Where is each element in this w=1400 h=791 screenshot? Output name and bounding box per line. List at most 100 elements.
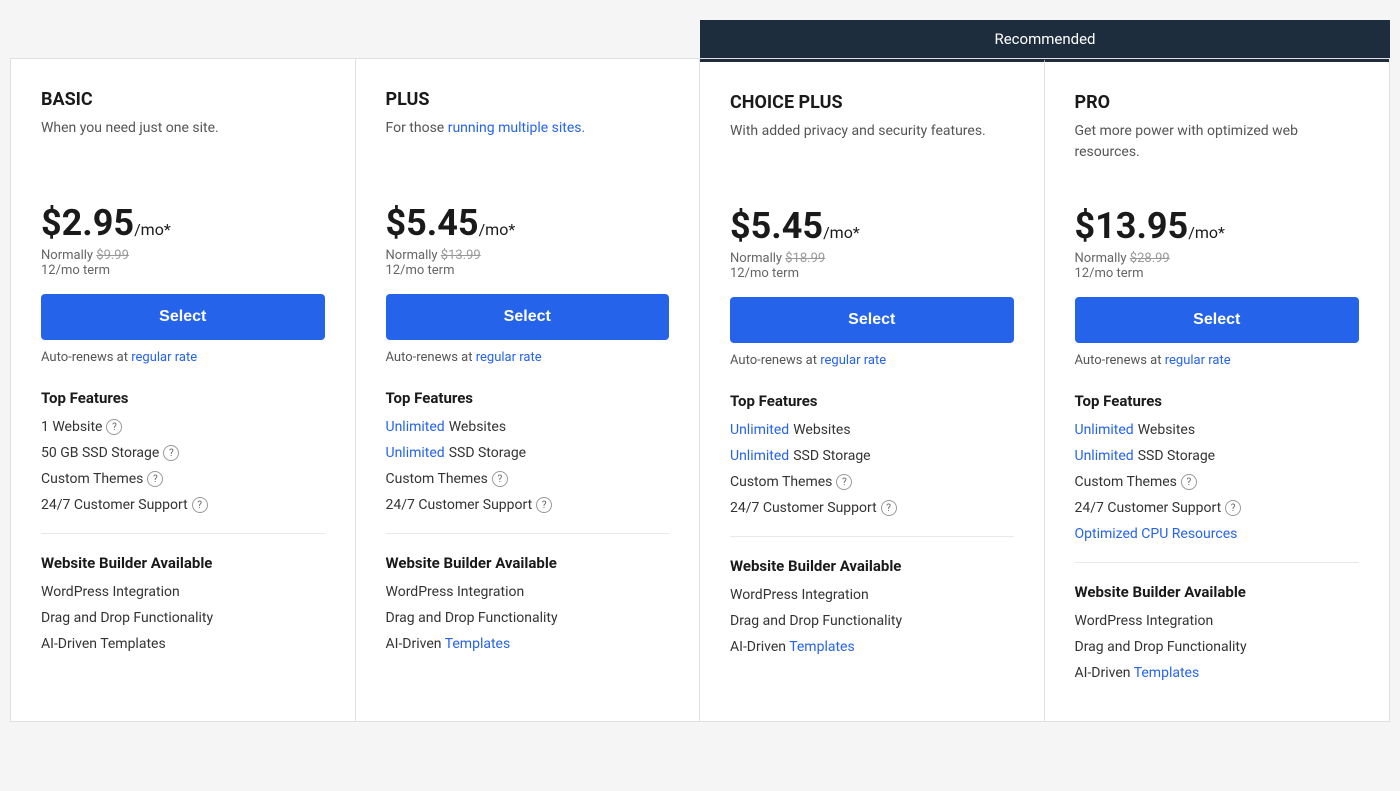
section-divider-choice-plus [730,536,1014,537]
feature-item-plus-3: 24/7 Customer Support? [386,497,670,513]
builder-templates-link-pro[interactable]: Templates [1134,665,1200,681]
plans-grid: BASICWhen you need just one site.$2.95/m… [10,58,1390,722]
price-strike-pro: $28.99 [1130,251,1170,266]
select-button-plus[interactable]: Select [386,294,670,340]
plan-desc-basic: When you need just one site. [41,118,325,178]
auto-renew-basic: Auto-renews at regular rate [41,350,325,365]
builder-item-pro-0: WordPress Integration [1075,613,1360,629]
feature-link-pro-1[interactable]: Unlimited [1075,448,1134,464]
feature-item-pro-4: Optimized CPU Resources [1075,526,1360,542]
feature-link-choice-plus-0[interactable]: Unlimited [730,422,789,438]
builder-templates-link-plus[interactable]: Templates [445,636,511,652]
plan-desc-link-plus[interactable]: running multiple sites. [448,120,586,136]
feature-link-pro-4[interactable]: Optimized CPU Resources [1075,526,1238,542]
price-term-choice-plus: 12/mo term [730,266,1014,281]
price-block-basic: $2.95/mo* [41,202,325,244]
price-strike-choice-plus: $18.99 [785,251,825,266]
info-icon-basic-1: ? [163,445,179,461]
builder-item-choice-plus-1: Drag and Drop Functionality [730,613,1014,629]
builder-item-basic-0: WordPress Integration [41,584,325,600]
price-per-mo: /mo* [134,220,171,239]
feature-item-pro-2: Custom Themes? [1075,474,1360,490]
select-button-basic[interactable]: Select [41,294,325,340]
feature-link-pro-0[interactable]: Unlimited [1075,422,1134,438]
feature-link-choice-plus-1[interactable]: Unlimited [730,448,789,464]
builder-item-plus-0: WordPress Integration [386,584,670,600]
builder-item-plus-2: AI-Driven Templates [386,636,670,652]
feature-item-basic-0: 1 Website? [41,419,325,435]
features-title-plus: Top Features [386,389,670,407]
regular-rate-link-basic[interactable]: regular rate [131,350,197,365]
feature-item-pro-1: Unlimited SSD Storage [1075,448,1360,464]
plan-col-basic: BASICWhen you need just one site.$2.95/m… [11,59,356,721]
select-button-pro[interactable]: Select [1075,297,1360,343]
features-title-pro: Top Features [1075,392,1360,410]
section-divider-pro [1075,562,1360,563]
regular-rate-link-pro[interactable]: regular rate [1165,353,1231,368]
auto-renew-plus: Auto-renews at regular rate [386,350,670,365]
builder-title-plus: Website Builder Available [386,554,670,572]
price-block-plus: $5.45/mo* [386,202,670,244]
price-term-plus: 12/mo term [386,263,670,278]
price-strike-plus: $13.99 [441,248,481,263]
plan-desc-choice-plus: With added privacy and security features… [730,121,1014,181]
builder-title-choice-plus: Website Builder Available [730,557,1014,575]
regular-rate-link-plus[interactable]: regular rate [476,350,542,365]
price-per-mo: /mo* [823,223,860,242]
feature-link-plus-1[interactable]: Unlimited [386,445,445,461]
price-per-mo: /mo* [479,220,516,239]
banner-row: Recommended [10,20,1390,58]
feature-text-basic-3: 24/7 Customer Support [41,497,188,513]
feature-item-choice-plus-2: Custom Themes? [730,474,1014,490]
price-normally-basic: Normally $9.99 [41,248,325,263]
info-icon-plus-3: ? [536,497,552,513]
features-title-basic: Top Features [41,389,325,407]
builder-item-pro-2: AI-Driven Templates [1075,665,1360,681]
builder-item-choice-plus-0: WordPress Integration [730,587,1014,603]
price-strike-basic: $9.99 [96,248,129,263]
feature-item-pro-3: 24/7 Customer Support? [1075,500,1360,516]
price-block-pro: $13.95/mo* [1075,205,1360,247]
feature-item-choice-plus-1: Unlimited SSD Storage [730,448,1014,464]
feature-item-choice-plus-3: 24/7 Customer Support? [730,500,1014,516]
feature-text-plus-3: 24/7 Customer Support [386,497,533,513]
feature-item-basic-2: Custom Themes? [41,471,325,487]
plan-name-choice-plus: CHOICE PLUS [730,92,1014,113]
section-divider-plus [386,533,670,534]
builder-item-pro-1: Drag and Drop Functionality [1075,639,1360,655]
info-icon-choice-plus-3: ? [881,500,897,516]
feature-item-basic-1: 50 GB SSD Storage? [41,445,325,461]
plan-name-pro: PRO [1075,92,1360,113]
regular-rate-link-choice-plus[interactable]: regular rate [820,353,886,368]
banner-empty-2 [355,20,700,58]
feature-link-plus-0[interactable]: Unlimited [386,419,445,435]
feature-item-plus-0: Unlimited Websites [386,419,670,435]
feature-item-choice-plus-0: Unlimited Websites [730,422,1014,438]
feature-text-choice-plus-2: Custom Themes [730,474,832,490]
plan-name-plus: PLUS [386,89,670,110]
plan-col-plus: PLUSFor those running multiple sites.$5.… [356,59,701,721]
price-normally-pro: Normally $28.99 [1075,251,1360,266]
builder-item-basic-1: Drag and Drop Functionality [41,610,325,626]
features-title-choice-plus: Top Features [730,392,1014,410]
price-main-basic: $2.95/mo* [41,202,325,244]
feature-text-basic-2: Custom Themes [41,471,143,487]
price-normally-choice-plus: Normally $18.99 [730,251,1014,266]
price-main-pro: $13.95/mo* [1075,205,1360,247]
price-term-basic: 12/mo term [41,263,325,278]
banner-empty-1 [10,20,355,58]
select-button-choice-plus[interactable]: Select [730,297,1014,343]
price-normally-plus: Normally $13.99 [386,248,670,263]
plan-col-pro: PROGet more power with optimized web res… [1045,59,1390,721]
auto-renew-choice-plus: Auto-renews at regular rate [730,353,1014,368]
feature-text-choice-plus-3: 24/7 Customer Support [730,500,877,516]
builder-title-basic: Website Builder Available [41,554,325,572]
plan-col-choice-plus: CHOICE PLUS With added privacy and securi… [700,59,1045,721]
info-icon-plus-2: ? [492,471,508,487]
builder-templates-link-choice-plus[interactable]: Templates [789,639,855,655]
builder-title-pro: Website Builder Available [1075,583,1360,601]
auto-renew-pro: Auto-renews at regular rate [1075,353,1360,368]
price-block-choice-plus: $5.45/mo* [730,205,1014,247]
section-divider-basic [41,533,325,534]
price-main-choice-plus: $5.45/mo* [730,205,1014,247]
